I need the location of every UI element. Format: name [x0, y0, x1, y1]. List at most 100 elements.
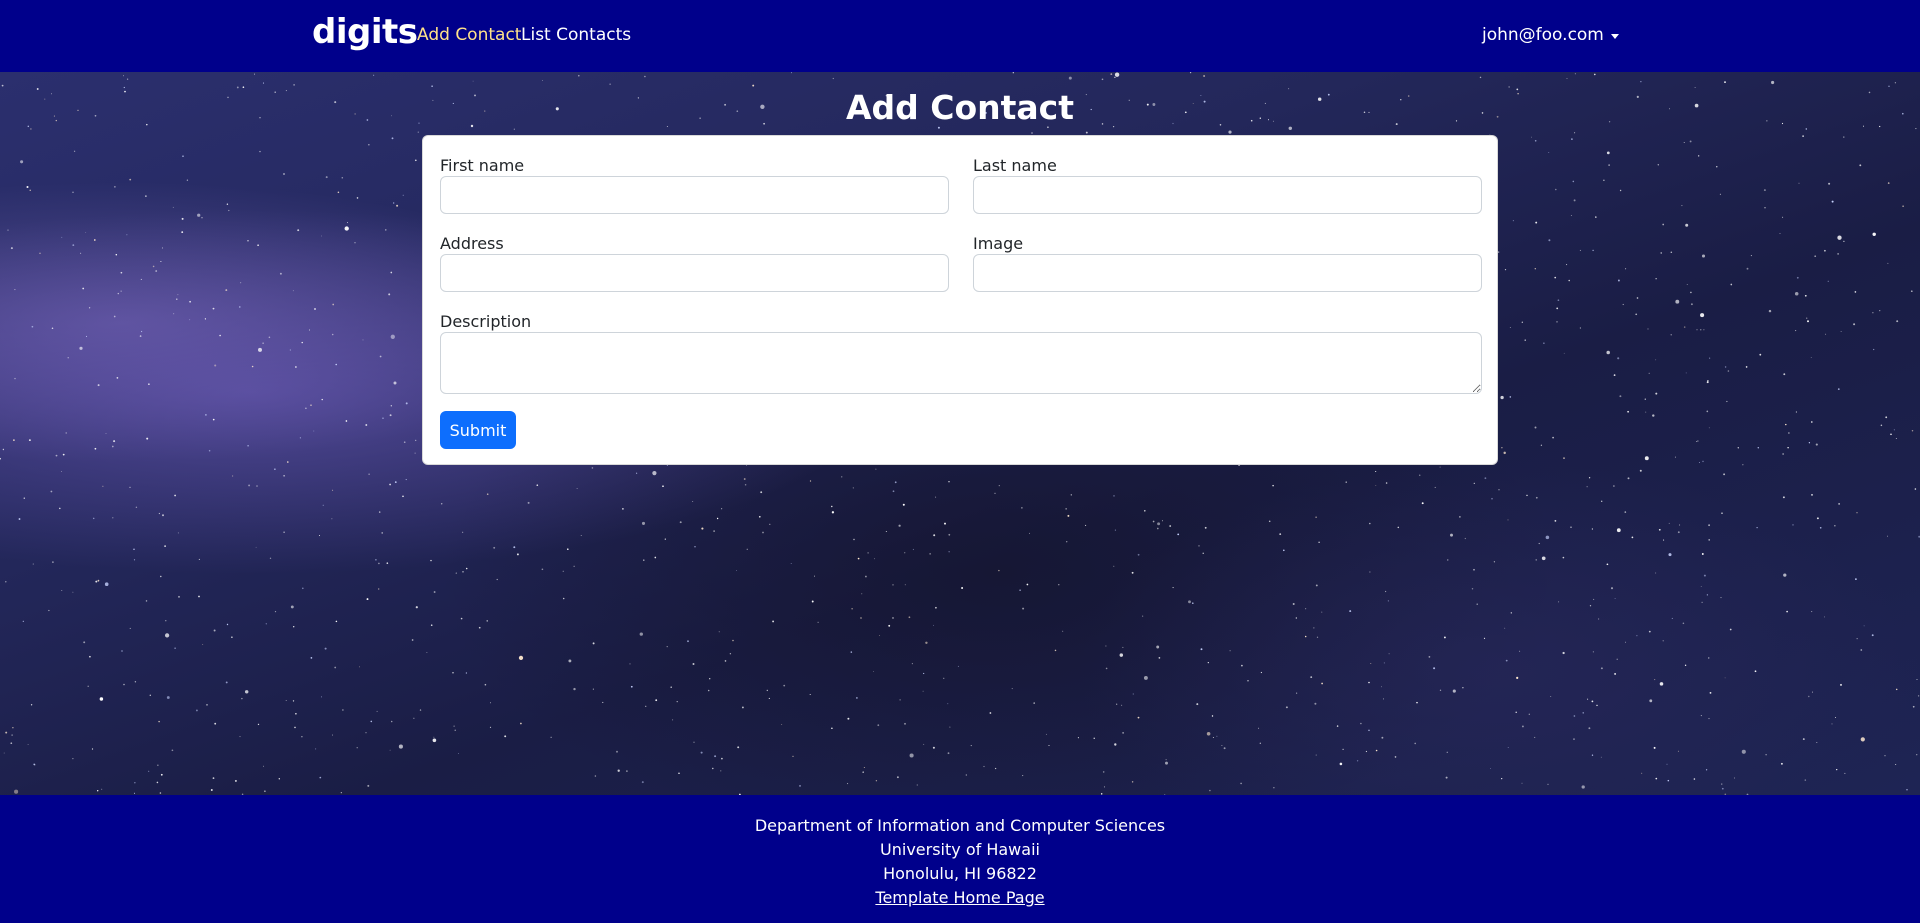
- star: [1824, 616, 1825, 618]
- star: [214, 364, 217, 367]
- star: [244, 690, 249, 694]
- star: [701, 527, 704, 530]
- star: [1356, 760, 1359, 762]
- star: [212, 777, 215, 779]
- star: [1273, 787, 1275, 789]
- star: [1788, 432, 1790, 434]
- star: [1241, 664, 1243, 667]
- star: [813, 575, 816, 577]
- star: [1856, 512, 1858, 514]
- star: [654, 556, 657, 559]
- star: [1228, 130, 1232, 134]
- user-dropdown-toggle[interactable]: john@foo.com: [1482, 25, 1619, 45]
- star: [285, 699, 287, 702]
- star: [368, 144, 370, 146]
- star: [362, 339, 364, 341]
- star: [114, 186, 116, 188]
- star: [1268, 520, 1271, 523]
- image-input[interactable]: [973, 254, 1482, 292]
- star: [1698, 155, 1700, 157]
- star: [1579, 327, 1582, 329]
- star: [278, 778, 280, 780]
- star: [626, 770, 628, 772]
- address-input[interactable]: [440, 254, 949, 292]
- nav-link-list-contacts[interactable]: List Contacts: [521, 25, 631, 45]
- star: [1802, 135, 1804, 137]
- brand-logo[interactable]: digits: [312, 12, 418, 52]
- star: [1259, 742, 1261, 744]
- nav-link-add-contact[interactable]: Add Contact: [417, 25, 521, 45]
- star: [1890, 433, 1892, 436]
- star: [93, 239, 96, 241]
- star: [171, 749, 174, 752]
- star: [1824, 249, 1826, 252]
- star: [1501, 778, 1503, 780]
- star: [1701, 553, 1704, 555]
- star: [641, 781, 644, 784]
- star: [1555, 188, 1557, 191]
- star: [1893, 429, 1895, 431]
- star: [1137, 553, 1140, 556]
- star: [1700, 585, 1702, 587]
- star: [1807, 320, 1809, 323]
- star: [1026, 583, 1029, 586]
- star: [1142, 615, 1144, 617]
- star: [1655, 278, 1657, 280]
- star: [1854, 291, 1857, 293]
- star: [714, 755, 717, 758]
- star: [1805, 128, 1808, 130]
- star: [1022, 775, 1024, 777]
- star: [486, 493, 489, 495]
- star: [1613, 485, 1615, 487]
- star: [935, 496, 937, 498]
- star: [1834, 525, 1836, 527]
- star: [121, 650, 123, 652]
- star: [1911, 430, 1914, 432]
- star: [1545, 535, 1550, 540]
- star: [662, 485, 664, 488]
- star: [1206, 732, 1211, 736]
- star: [489, 726, 492, 729]
- star: [198, 595, 200, 598]
- star: [269, 557, 272, 559]
- star: [87, 685, 89, 688]
- star: [746, 548, 748, 550]
- star: [1566, 78, 1568, 79]
- star: [1479, 76, 1482, 79]
- star: [181, 217, 184, 220]
- star: [1144, 510, 1146, 512]
- star: [454, 729, 456, 731]
- star: [790, 563, 792, 564]
- star: [460, 617, 463, 620]
- star: [195, 709, 198, 712]
- star: [1814, 255, 1817, 258]
- star: [1606, 563, 1609, 566]
- template-home-link[interactable]: Template Home Page: [0, 886, 1920, 910]
- star: [1742, 464, 1744, 466]
- star: [672, 719, 674, 721]
- star: [1619, 189, 1622, 192]
- star: [1885, 416, 1888, 419]
- star: [948, 551, 950, 553]
- star: [1349, 610, 1352, 613]
- star: [1804, 294, 1807, 297]
- star: [484, 683, 487, 686]
- star: [1660, 252, 1662, 254]
- submit-button[interactable]: Submit: [440, 411, 516, 449]
- first-name-input[interactable]: [440, 176, 949, 214]
- star: [1816, 741, 1818, 744]
- description-textarea[interactable]: [440, 332, 1482, 394]
- star: [356, 747, 358, 749]
- star: [55, 454, 58, 457]
- user-email: john@foo.com: [1482, 25, 1604, 45]
- star: [1554, 519, 1557, 522]
- star: [101, 788, 103, 790]
- star: [853, 538, 855, 541]
- star: [1859, 164, 1862, 167]
- star: [368, 473, 370, 475]
- last-name-input[interactable]: [973, 176, 1482, 214]
- last-name-label: Last name: [973, 156, 1057, 175]
- star: [902, 503, 905, 506]
- star: [140, 278, 142, 280]
- star: [104, 582, 109, 586]
